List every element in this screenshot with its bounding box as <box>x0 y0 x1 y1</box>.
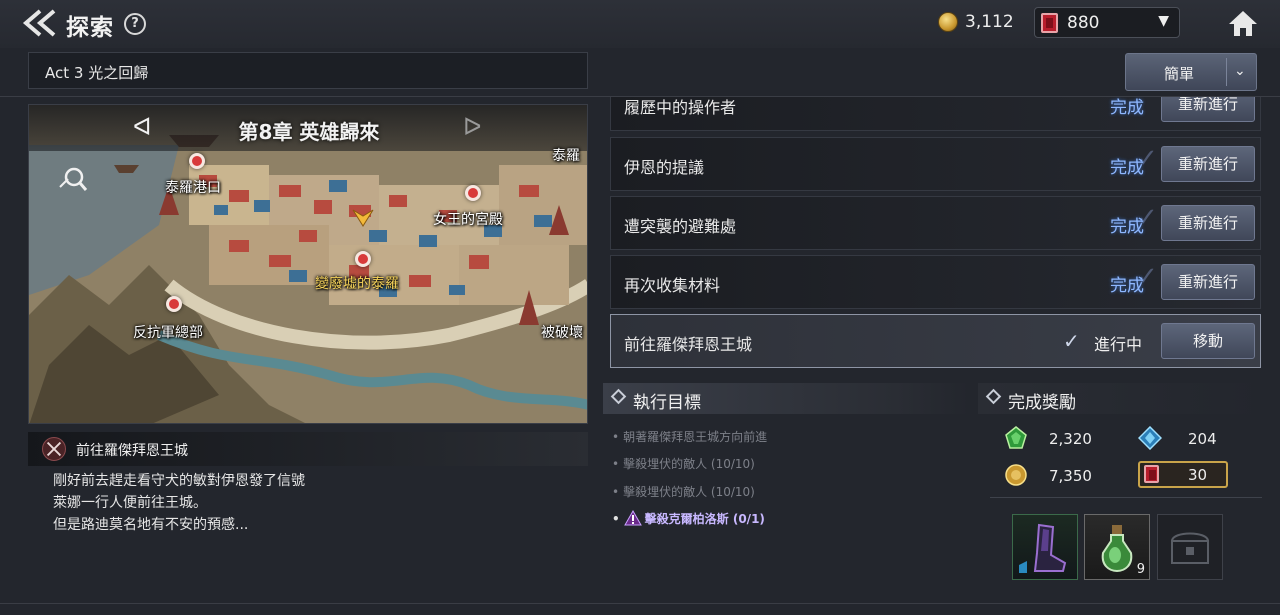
divider <box>0 603 1280 604</box>
blue-crystal-icon <box>1138 426 1162 450</box>
divider <box>990 497 1262 498</box>
gem-currency-dropdown[interactable]: 880 ▼ <box>1034 7 1180 38</box>
quest-status-complete: 完成 <box>1110 217 1144 237</box>
objective-text: 擊殺埋伏的敵人 (10/10) <box>623 457 755 471</box>
quest-status-complete: 完成 <box>1110 98 1144 118</box>
gold-reward-amount: 7,350 <box>1049 467 1092 485</box>
quest-status-in-progress: 進行中 <box>1094 335 1143 354</box>
act-selector: Act 3 光之回歸 <box>28 52 588 89</box>
replay-button[interactable]: 重新進行 <box>1161 146 1255 182</box>
quest-row-name: 遭突襲的避難處 <box>624 217 737 236</box>
quest-row[interactable]: 遭突襲的避難處 ✓ 完成 重新進行 <box>610 196 1261 250</box>
objective-item-boss: • 擊殺克爾柏洛斯 (0/1) <box>612 510 765 527</box>
gem-reward-box: 30 <box>1138 461 1228 488</box>
quest-row-name: 再次收集材料 <box>624 276 721 295</box>
exp-reward-amount: 2,320 <box>1049 430 1092 448</box>
objectives-header: 執行目標 <box>603 383 969 414</box>
boots-icon <box>1019 523 1067 573</box>
location-pin[interactable] <box>189 153 205 169</box>
map-terrain <box>29 105 587 423</box>
objective-text: 朝著羅傑拜恩王城方向前進 <box>623 430 768 444</box>
item-count: 9 <box>1136 562 1145 577</box>
quest-name: 前往羅傑拜恩王城 <box>76 443 188 459</box>
objective-text: 擊殺克爾柏洛斯 (0/1) <box>644 512 765 526</box>
quest-row[interactable]: 再次收集材料 ✓ 完成 重新進行 <box>610 255 1261 309</box>
crossed-swords-icon <box>42 437 66 461</box>
description-line: 但是路迪莫名地有不安的預感... <box>53 517 249 533</box>
replay-button[interactable]: 重新進行 <box>1161 97 1255 122</box>
gold-coin-icon <box>1005 464 1027 486</box>
gold-amount: 3,112 <box>965 12 1014 32</box>
replay-button[interactable]: 重新進行 <box>1161 205 1255 241</box>
red-gem-icon <box>1144 465 1159 483</box>
description-line: 萊娜一行人便前往王城。 <box>53 495 207 511</box>
page-title: 探索 <box>66 15 114 41</box>
description-line: 剛好前去趕走看守犬的敏對伊恩發了信號 <box>53 473 305 489</box>
location-pin[interactable] <box>465 185 481 201</box>
location-label[interactable]: 被破壞 <box>541 322 583 342</box>
location-label-current[interactable]: 變廢墟的泰羅 <box>315 273 399 293</box>
bullet-icon: • <box>612 430 620 444</box>
location-pin-current[interactable] <box>355 251 371 267</box>
quest-description: 剛好前去趕走看守犬的敏對伊恩發了信號 萊娜一行人便前往王城。 但是路迪莫名地有不… <box>53 470 305 536</box>
location-label[interactable]: 女王的宮殿 <box>433 209 503 229</box>
quest-row-name: 履歷中的操作者 <box>624 98 737 117</box>
quest-row-active[interactable]: 前往羅傑拜恩王城 ✓ 進行中 移動 <box>610 314 1261 368</box>
quest-header: 前往羅傑拜恩王城 <box>28 432 588 466</box>
red-gem-icon <box>1041 13 1058 33</box>
bullet-icon: • <box>612 485 620 499</box>
reward-item-slot[interactable]: 9 <box>1084 514 1150 580</box>
quest-status-complete: 完成 <box>1110 276 1144 296</box>
rewards-title: 完成獎勵 <box>1008 393 1076 413</box>
objectives-title: 執行目標 <box>633 393 701 413</box>
chapter-map[interactable]: ᐊ 第8章 英雄歸來 ᐅ 泰羅港口 女王的宮殿 變廢墟的泰羅 反抗軍總部 被破壞… <box>28 104 588 424</box>
objective-text: 擊殺埋伏的敵人 (10/10) <box>623 485 755 499</box>
magnifier-zoom-icon[interactable] <box>57 165 89 193</box>
quest-row[interactable]: 履歷中的操作者 完成 重新進行 <box>610 97 1261 131</box>
exp-crystal-icon <box>1005 426 1027 449</box>
location-label[interactable]: 泰羅港口 <box>165 177 221 197</box>
chevron-down-icon: ⌄ <box>1234 63 1246 79</box>
location-label[interactable]: 泰羅 <box>552 145 580 165</box>
help-icon[interactable]: ? <box>124 13 146 35</box>
rewards-header: 完成獎勵 <box>978 383 1262 414</box>
checkmark-icon: ✓ <box>1063 329 1080 353</box>
crystal-reward-amount: 204 <box>1188 430 1217 448</box>
reward-item-slot[interactable] <box>1012 514 1078 580</box>
home-icon[interactable] <box>1226 8 1260 38</box>
reward-chest-slot[interactable] <box>1157 514 1223 580</box>
quest-row-name: 前往羅傑拜恩王城 <box>624 335 753 354</box>
location-label[interactable]: 反抗軍總部 <box>133 322 203 342</box>
divider <box>1226 58 1227 86</box>
gem-amount: 880 <box>1067 13 1100 33</box>
back-arrow-icon[interactable] <box>22 8 60 38</box>
quest-status-complete: 完成 <box>1110 158 1144 178</box>
objective-item: • 擊殺埋伏的敵人 (10/10) <box>612 455 755 472</box>
bullet-icon: • <box>612 457 620 471</box>
quest-list[interactable]: 履歷中的操作者 完成 重新進行 伊恩的提議 ✓ 完成 重新進行 遭突襲的避難處 … <box>600 97 1270 377</box>
chapter-title: 第8章 英雄歸來 <box>238 120 380 144</box>
difficulty-label: 簡單 <box>1164 65 1195 83</box>
quest-row-name: 伊恩的提議 <box>624 158 705 177</box>
move-button[interactable]: 移動 <box>1161 323 1255 359</box>
dropdown-arrow-icon: ▼ <box>1158 13 1169 29</box>
objective-item: • 擊殺埋伏的敵人 (10/10) <box>612 483 755 500</box>
act-title: Act 3 光之回歸 <box>45 64 149 82</box>
warning-icon <box>623 510 642 526</box>
gem-reward-amount: 30 <box>1188 466 1208 484</box>
quest-row[interactable]: 伊恩的提議 ✓ 完成 重新進行 <box>610 137 1261 191</box>
chapter-next-button[interactable]: ᐅ <box>463 113 481 141</box>
difficulty-dropdown-button[interactable]: 簡單 ⌄ <box>1125 53 1257 91</box>
location-pin[interactable] <box>166 296 182 312</box>
replay-button[interactable]: 重新進行 <box>1161 264 1255 300</box>
top-bar: 探索 ? 3,112 880 ▼ <box>0 0 1280 48</box>
gold-coin-icon <box>938 12 958 32</box>
player-marker-icon <box>352 209 374 227</box>
treasure-chest-icon <box>1171 532 1209 564</box>
diamond-bullet-icon <box>610 388 627 405</box>
objective-item: • 朝著羅傑拜恩王城方向前進 <box>612 428 767 445</box>
diamond-bullet-icon <box>985 388 1002 405</box>
bullet-icon: • <box>612 512 620 526</box>
